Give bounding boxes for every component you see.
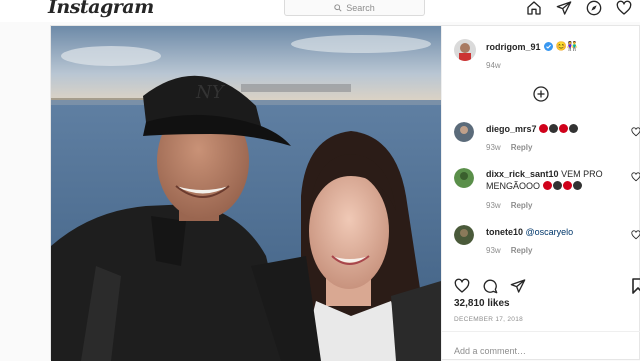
author-username[interactable]: rodrigom_91 [486,42,541,52]
comment-emojis [539,124,579,134]
reply-button[interactable]: Reply [511,201,533,210]
top-navigation-bar: Instagram Search [0,0,640,22]
activity-heart-icon[interactable] [616,0,632,16]
search-placeholder: Search [346,2,375,13]
comment-username[interactable]: diego_mrs7 [486,124,537,134]
like-heart-icon[interactable] [454,278,470,294]
caption-text: 😊👫 [555,41,578,51]
post-date[interactable]: DECEMBER 17, 2018 [454,316,523,323]
share-direct-icon[interactable] [510,278,526,294]
post-photo[interactable]: NY [51,26,441,361]
commenter-avatar[interactable] [454,225,474,245]
search-input[interactable]: Search [284,0,425,16]
post-sidebar: rodrigom_91 😊👫 94w diego_mrs7 93w Reply d… [441,26,640,361]
save-bookmark-icon[interactable] [631,278,640,294]
home-icon[interactable] [526,0,542,16]
comment-username[interactable]: tonete10 [486,227,523,237]
comment-time[interactable]: 93w [486,201,501,210]
comment-like-heart-icon[interactable] [631,127,640,137]
verified-badge-icon [543,42,553,51]
instagram-logo[interactable]: Instagram [48,0,154,18]
direct-icon[interactable] [556,0,572,16]
svg-text:NY: NY [195,82,226,103]
nav-icons [526,0,640,16]
add-comment-placeholder: Add a comment… [454,346,527,356]
comment-username[interactable]: dixx_rick_sant10 [486,169,559,179]
comment-time[interactable]: 93w [486,143,501,152]
caption-timestamp[interactable]: 94w [486,61,501,70]
comment-item: tonete10 @oscaryelo [486,226,636,238]
comment-item: diego_mrs7 [486,123,636,135]
reply-button[interactable]: Reply [511,246,533,255]
explore-icon[interactable] [586,0,602,16]
plus-circle-icon[interactable] [533,86,549,102]
comment-meta: 93w Reply [486,246,532,255]
likes-count[interactable]: 32,810 likes [454,298,510,309]
post-card: NY rodrigom_91 😊👫 94w diego_mrs7 93w Rep… [50,25,640,361]
commenter-avatar[interactable] [454,168,474,188]
comment-like-heart-icon[interactable] [631,230,640,240]
couple-selfie-image: NY [51,26,441,361]
comment-meta: 93w Reply [486,201,532,210]
comment-time[interactable]: 93w [486,246,501,255]
reply-button[interactable]: Reply [511,143,533,152]
caption-row: rodrigom_91 😊👫 [486,41,578,52]
comment-like-heart-icon[interactable] [631,172,640,182]
comment-meta: 93w Reply [486,143,532,152]
comment-emojis [542,181,583,191]
comment-bubble-icon[interactable] [482,278,498,294]
comment-item: dixx_rick_sant10 VEM PRO MENGÃOOO [486,168,636,192]
search-icon [334,3,342,12]
post-actions [454,278,526,294]
author-avatar[interactable] [454,39,476,61]
commenter-avatar[interactable] [454,122,474,142]
add-comment-input[interactable]: Add a comment… [442,331,640,361]
comment-mention[interactable]: @oscaryelo [526,227,574,237]
